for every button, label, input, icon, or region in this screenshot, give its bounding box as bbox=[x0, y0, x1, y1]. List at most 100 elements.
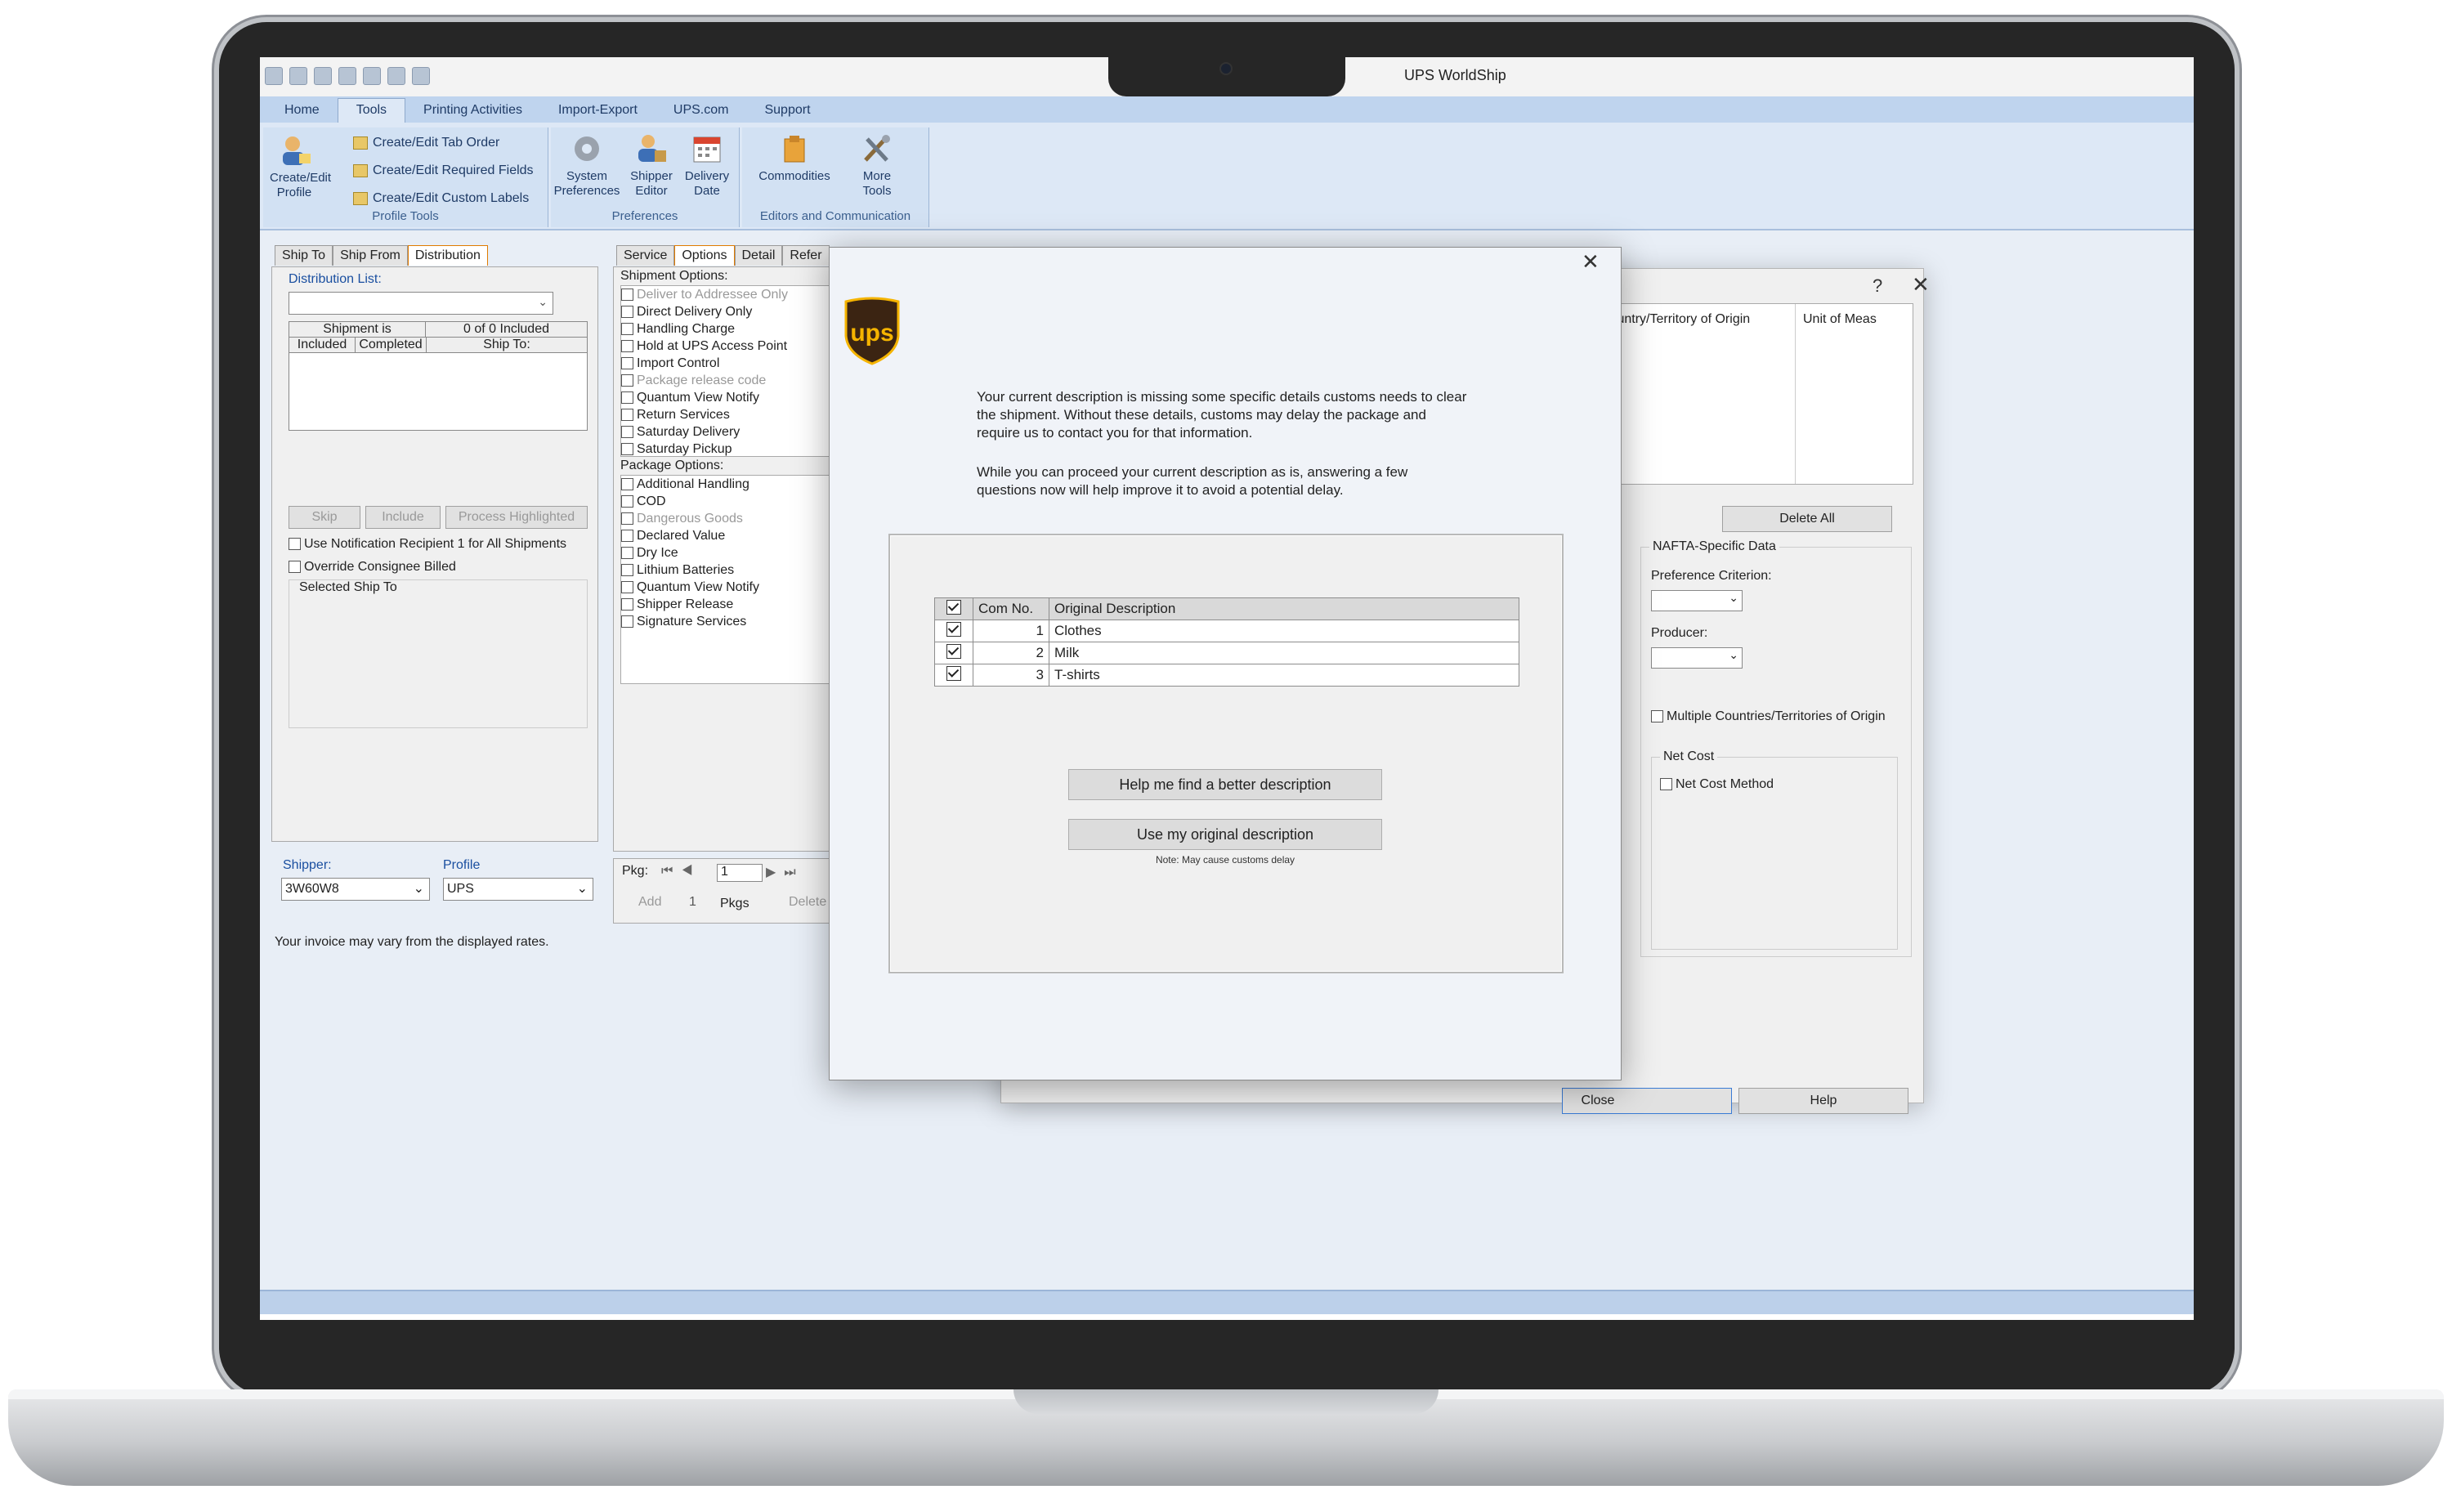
table-row[interactable]: 3 T-shirts bbox=[934, 664, 1519, 687]
distribution-panel: Distribution List: ⌄ Shipment is 0 of 0 … bbox=[271, 266, 598, 842]
option-cod[interactable]: COD bbox=[621, 493, 858, 510]
row-checkbox[interactable] bbox=[934, 664, 973, 687]
option-quantum-view-notify-pkg[interactable]: Quantum View Notify bbox=[621, 579, 858, 596]
pkgs-label: Pkgs bbox=[720, 897, 749, 910]
create-edit-profile-button[interactable]: Create/Edit Profile bbox=[270, 134, 331, 200]
tab-ups-com[interactable]: UPS.com bbox=[656, 99, 747, 123]
tab-printing-activities[interactable]: Printing Activities bbox=[405, 99, 540, 123]
skip-button[interactable]: Skip bbox=[289, 506, 360, 529]
tab-home[interactable]: Home bbox=[266, 99, 338, 123]
system-preferences-button[interactable]: System Preferences bbox=[553, 132, 621, 199]
close-icon[interactable]: ✕ bbox=[1912, 272, 1930, 297]
option-handling-charge[interactable]: Handling Charge bbox=[621, 320, 858, 338]
tab-import-export[interactable]: Import-Export bbox=[540, 99, 656, 123]
row-checkbox[interactable] bbox=[934, 620, 973, 642]
option-signature-services[interactable]: Signature Services bbox=[621, 613, 858, 630]
option-return-services[interactable]: Return Services bbox=[621, 406, 858, 423]
commodities-icon bbox=[784, 136, 805, 163]
group-label-profile-tools: Profile Tools bbox=[372, 209, 439, 223]
net-cost-group: Net Cost Net Cost Method bbox=[1651, 749, 1898, 950]
svg-text:ups: ups bbox=[850, 320, 893, 347]
screen: UPS WorldShip Home Tools Printing Activi… bbox=[260, 57, 2194, 1320]
preference-criterion-select[interactable]: ⌄ bbox=[1651, 590, 1743, 611]
commodities-button[interactable]: Commodities bbox=[752, 132, 837, 184]
shipper-select[interactable]: 3W60W8 ⌄ bbox=[281, 878, 430, 901]
more-tools-button[interactable]: More Tools bbox=[848, 132, 906, 199]
chevron-down-icon: ⌄ bbox=[538, 295, 548, 308]
net-cost-method-checkbox[interactable]: Net Cost Method bbox=[1660, 777, 1774, 792]
status-bar bbox=[260, 1290, 2194, 1314]
include-button[interactable]: Include bbox=[365, 506, 441, 529]
chevron-down-icon: ⌄ bbox=[1729, 648, 1738, 661]
tab-tools[interactable]: Tools bbox=[337, 98, 406, 123]
better-description-button[interactable]: Help me find a better description bbox=[1068, 769, 1382, 800]
preference-criterion-label: Preference Criterion: bbox=[1651, 569, 1772, 583]
chevron-down-icon: ⌄ bbox=[1729, 591, 1738, 604]
first-prev-icons[interactable]: ⏮◀ bbox=[661, 864, 701, 879]
select-all-checkbox[interactable] bbox=[934, 597, 973, 620]
close-icon[interactable]: ✕ bbox=[1582, 249, 1600, 275]
shipper-editor-button[interactable]: Shipper Editor bbox=[624, 132, 678, 199]
option-import-control[interactable]: Import Control bbox=[621, 355, 858, 372]
option-deliver-to-addressee[interactable]: Deliver to Addressee Only bbox=[621, 286, 858, 303]
option-saturday-pickup[interactable]: Saturday Pickup bbox=[621, 441, 858, 456]
option-dry-ice[interactable]: Dry Ice bbox=[621, 544, 858, 561]
pkg-label: Pkg: bbox=[622, 864, 649, 878]
delete-package-button[interactable]: Delete bbox=[789, 895, 826, 910]
create-edit-tab-order[interactable]: Create/Edit Tab Order bbox=[353, 136, 499, 150]
delivery-date-button[interactable]: Delivery Date bbox=[680, 132, 734, 199]
distribution-list-select[interactable]: ⌄ bbox=[289, 292, 553, 315]
option-lithium-batteries[interactable]: Lithium Batteries bbox=[621, 561, 858, 579]
tab-options[interactable]: Options bbox=[674, 245, 735, 266]
tab-ship-to[interactable]: Ship To bbox=[275, 245, 333, 266]
shipper-icon[interactable] bbox=[338, 67, 356, 85]
add-package-button[interactable]: Add bbox=[638, 895, 661, 910]
tab-service[interactable]: Service bbox=[616, 245, 675, 266]
table-row[interactable]: 2 Milk bbox=[934, 642, 1519, 664]
undo-icon[interactable] bbox=[387, 67, 405, 85]
producer-select[interactable]: ⌄ bbox=[1651, 647, 1743, 669]
option-hold-at-access-point[interactable]: Hold at UPS Access Point bbox=[621, 338, 858, 355]
tab-detail[interactable]: Detail bbox=[734, 245, 783, 266]
help-button[interactable]: Help bbox=[1738, 1088, 1908, 1114]
close-button[interactable]: Close bbox=[1562, 1088, 1732, 1114]
process-highlighted-button[interactable]: Process Highlighted bbox=[445, 506, 588, 529]
option-quantum-view-notify[interactable]: Quantum View Notify bbox=[621, 389, 858, 406]
refresh-icon[interactable] bbox=[289, 67, 307, 85]
option-additional-handling[interactable]: Additional Handling bbox=[621, 476, 858, 493]
distribution-list-body[interactable] bbox=[289, 353, 587, 430]
tab-distribution[interactable]: Distribution bbox=[407, 245, 488, 266]
tab-reference[interactable]: Refer bbox=[782, 245, 830, 266]
print-icon[interactable] bbox=[363, 67, 381, 85]
col-unit-of-measure: Unit of Meas bbox=[1803, 312, 1877, 326]
help-icon[interactable]: ? bbox=[1873, 275, 1882, 297]
option-shipper-release[interactable]: Shipper Release bbox=[621, 596, 858, 613]
multiple-countries-checkbox[interactable]: Multiple Countries/Territories of Origin bbox=[1651, 709, 1886, 724]
save-icon[interactable] bbox=[265, 67, 283, 85]
pkg-number-input[interactable]: 1 bbox=[717, 864, 763, 882]
row-checkbox[interactable] bbox=[934, 642, 973, 664]
next-last-icons[interactable]: ▶⏭ bbox=[766, 864, 804, 880]
tab-support[interactable]: Support bbox=[746, 99, 828, 123]
option-saturday-delivery[interactable]: Saturday Delivery bbox=[621, 423, 858, 441]
col-original-description: Original Description bbox=[1049, 597, 1519, 620]
option-declared-value[interactable]: Declared Value bbox=[621, 527, 858, 544]
override-consignee-checkbox[interactable]: Override Consignee Billed bbox=[289, 560, 456, 575]
group-label-editors: Editors and Communication bbox=[759, 209, 911, 223]
customize-qat-icon[interactable] bbox=[412, 67, 430, 85]
option-package-release-code[interactable]: Package release code bbox=[621, 372, 858, 389]
table-row[interactable]: 1 Clothes bbox=[934, 620, 1519, 642]
option-dangerous-goods[interactable]: Dangerous Goods bbox=[621, 510, 858, 527]
original-description-button[interactable]: Use my original description bbox=[1068, 819, 1382, 850]
create-edit-custom-labels[interactable]: Create/Edit Custom Labels bbox=[353, 191, 529, 206]
notification-recipient-checkbox[interactable]: Use Notification Recipient 1 for All Shi… bbox=[289, 537, 566, 552]
delete-all-button[interactable]: Delete All bbox=[1722, 506, 1892, 532]
tab-ship-from[interactable]: Ship From bbox=[333, 245, 408, 266]
nafta-label: NAFTA-Specific Data bbox=[1649, 539, 1779, 554]
shipper-editor-icon bbox=[638, 135, 666, 162]
settings-icon[interactable] bbox=[314, 67, 332, 85]
option-direct-delivery[interactable]: Direct Delivery Only bbox=[621, 303, 858, 320]
create-edit-required-fields[interactable]: Create/Edit Required Fields bbox=[353, 163, 534, 178]
commodity-check-panel: Com No. Original Description 1 Clothes 2… bbox=[888, 534, 1564, 973]
profile-select[interactable]: UPS ⌄ bbox=[443, 878, 593, 901]
